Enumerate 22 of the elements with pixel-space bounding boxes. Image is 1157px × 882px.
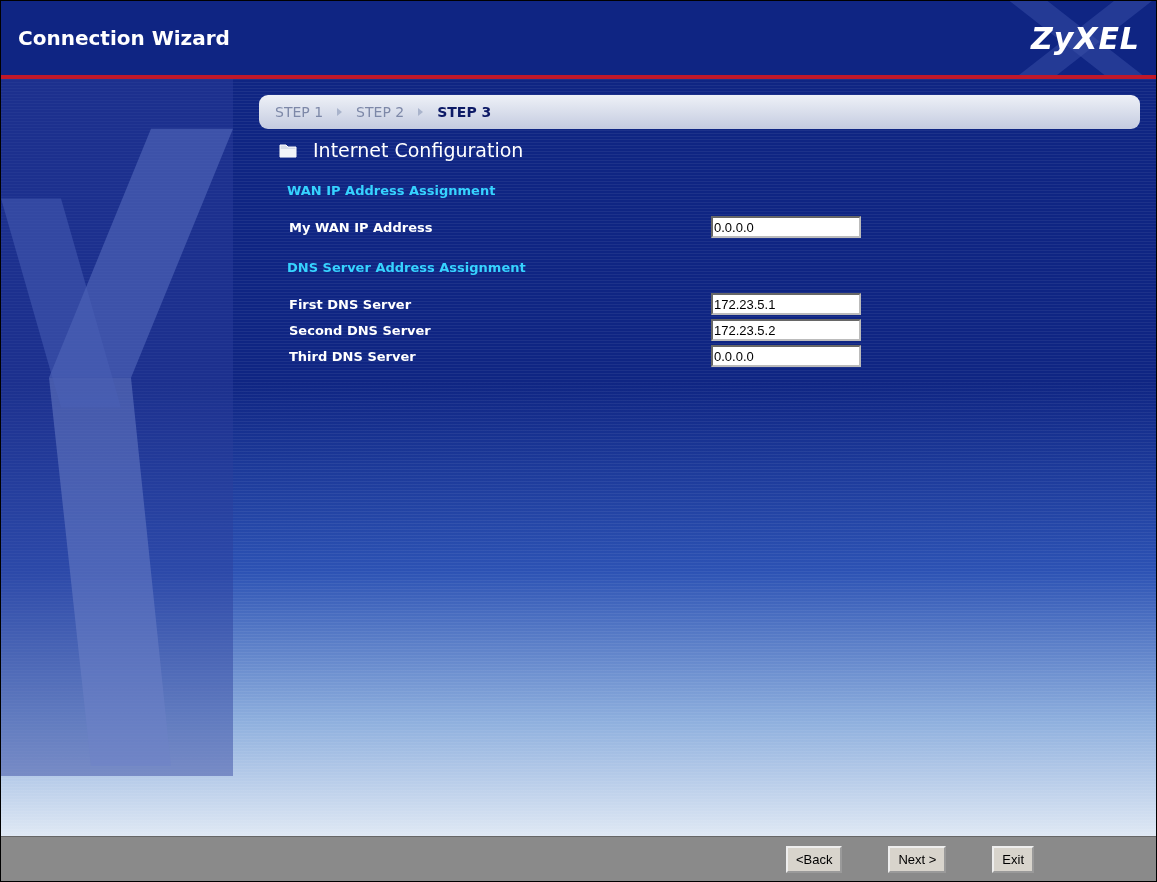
input-field[interactable]: 0.0.0.0 — [711, 345, 861, 367]
input-field[interactable]: 0.0.0.0 — [711, 216, 861, 238]
folder-icon — [279, 142, 297, 158]
field-label: My WAN IP Address — [289, 219, 433, 235]
wizard-button[interactable]: Next > — [888, 845, 947, 873]
wizard-button[interactable]: Exit — [992, 845, 1034, 873]
page-title: Internet Configuration — [313, 139, 524, 161]
section-heading: DNS Server Address Assignment — [287, 260, 527, 275]
input-field[interactable]: 172.23.5.1 — [711, 293, 861, 315]
logo: ZyXEL — [1030, 20, 1140, 56]
arrow-icon — [418, 108, 424, 116]
window-title: Connection Wizard — [18, 26, 230, 50]
step-label: STEP 2 — [356, 104, 405, 120]
arrow-icon — [337, 108, 343, 116]
step-label: STEP 1 — [275, 104, 324, 120]
section-heading: WAN IP Address Assignment — [287, 183, 497, 198]
field-label: First DNS Server — [289, 296, 412, 312]
wizard-button[interactable]: <Back — [785, 845, 843, 873]
step-label: STEP 3 — [437, 104, 492, 120]
input-field[interactable]: 172.23.5.2 — [711, 319, 861, 341]
field-label: Third DNS Server — [289, 348, 416, 364]
field-label: Second DNS Server — [289, 322, 431, 338]
